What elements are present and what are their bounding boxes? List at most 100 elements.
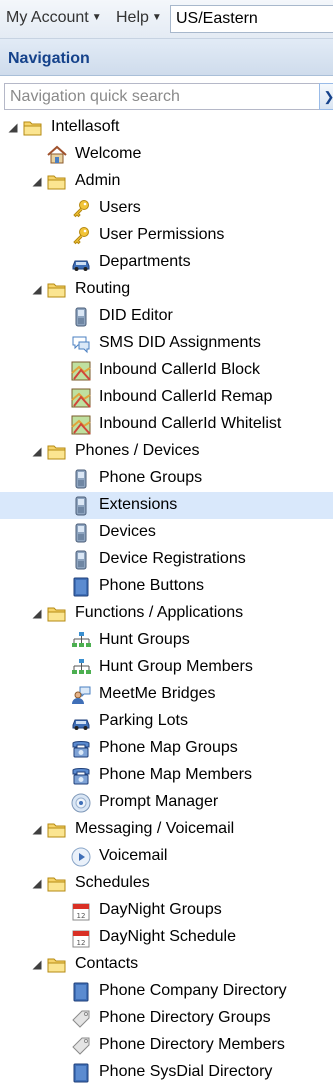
hierarchy-icon: [71, 631, 91, 651]
tag-icon: [71, 1036, 91, 1056]
tree-node-label: SMS DID Assignments: [99, 334, 261, 351]
navigation-panel-header: Navigation: [0, 39, 333, 76]
tree-node-departments[interactable]: Departments: [0, 249, 333, 276]
tree-node-label: Phone Directory Members: [99, 1036, 285, 1053]
tree-node-device-registrations[interactable]: Device Registrations: [0, 546, 333, 573]
chat-icon: [71, 334, 91, 354]
tree-node-phones-devices[interactable]: Phones / Devices: [0, 438, 333, 465]
book-icon: [71, 577, 91, 597]
car-icon: [71, 253, 91, 273]
search-trigger-button[interactable]: ❯: [319, 83, 333, 110]
tree-node-label: Admin: [75, 172, 121, 189]
tree-node-label: Contacts: [75, 955, 139, 972]
tree-node-did-editor[interactable]: DID Editor: [0, 303, 333, 330]
tree-node-inbound-callerid-whitelist[interactable]: Inbound CallerId Whitelist: [0, 411, 333, 438]
tree-node-phone-buttons[interactable]: Phone Buttons: [0, 573, 333, 600]
tree-node-extensions[interactable]: Extensions: [0, 492, 333, 519]
tree-node-label: Voicemail: [99, 847, 168, 864]
expand-collapse-icon[interactable]: [32, 609, 42, 619]
tree-node-label: Schedules: [75, 874, 150, 891]
tree-node-label: Inbound CallerId Remap: [99, 388, 273, 405]
tree-node-users[interactable]: Users: [0, 195, 333, 222]
tree-node-label: Phone Company Directory: [99, 982, 287, 999]
tree-node-devices[interactable]: Devices: [0, 519, 333, 546]
phone-icon: [71, 496, 91, 516]
calendar-icon: 12: [71, 901, 91, 921]
tree-node-phone-groups[interactable]: Phone Groups: [0, 465, 333, 492]
tree-node-contacts[interactable]: Contacts: [0, 951, 333, 978]
tree-node-phone-map-groups[interactable]: Phone Map Groups: [0, 735, 333, 762]
tree-node-label: Extensions: [99, 496, 178, 513]
expand-collapse-icon[interactable]: [32, 177, 42, 187]
expand-collapse-icon[interactable]: [8, 123, 18, 133]
my-account-label: My Account: [6, 9, 89, 26]
tree-node-routing[interactable]: Routing: [0, 276, 333, 303]
chevron-down-icon: ▼: [91, 12, 102, 23]
folder-icon: [23, 118, 43, 138]
my-account-menu[interactable]: My Account ▼: [6, 9, 102, 27]
tree-node-hunt-group-members[interactable]: Hunt Group Members: [0, 654, 333, 681]
map-icon: [71, 361, 91, 381]
phone-icon: [71, 523, 91, 543]
tree-node-label: Phone Buttons: [99, 577, 204, 594]
tree-node-label: DID Editor: [99, 307, 173, 324]
tree-node-phone-map-members[interactable]: Phone Map Members: [0, 762, 333, 789]
tree-node-phone-directory-groups[interactable]: Phone Directory Groups: [0, 1005, 333, 1032]
folder-icon: [47, 955, 67, 975]
desk-phone-icon: [71, 766, 91, 786]
tree-node-parking-lots[interactable]: Parking Lots: [0, 708, 333, 735]
timezone-field[interactable]: [170, 5, 333, 33]
tree-node-sms-did-assignments[interactable]: SMS DID Assignments: [0, 330, 333, 357]
top-toolbar: My Account ▼ Help ▼: [0, 0, 333, 39]
tree-node-messaging-voicemail[interactable]: Messaging / Voicemail: [0, 816, 333, 843]
phone-icon: [71, 550, 91, 570]
expand-collapse-icon[interactable]: [32, 825, 42, 835]
expand-collapse-icon[interactable]: [32, 447, 42, 457]
tree-node-welcome[interactable]: Welcome: [0, 141, 333, 168]
tree-node-hunt-groups[interactable]: Hunt Groups: [0, 627, 333, 654]
tree-node-voicemail[interactable]: Voicemail: [0, 843, 333, 870]
tree-node-admin[interactable]: Admin: [0, 168, 333, 195]
help-menu[interactable]: Help ▼: [116, 9, 162, 27]
expand-collapse-icon[interactable]: [32, 285, 42, 295]
tree-node-label: Devices: [99, 523, 156, 540]
tree-node-label: Hunt Groups: [99, 631, 190, 648]
tree-node-label: Users: [99, 199, 141, 216]
tree-node-label: Inbound CallerId Whitelist: [99, 415, 282, 432]
expand-collapse-icon[interactable]: [32, 879, 42, 889]
tree-node-intellasoft[interactable]: Intellasoft: [0, 114, 333, 141]
tree-node-inbound-callerid-remap[interactable]: Inbound CallerId Remap: [0, 384, 333, 411]
help-label: Help: [116, 9, 149, 26]
chevron-right-icon: ❯: [324, 89, 333, 104]
tree-node-label: Departments: [99, 253, 191, 270]
tree-node-meetme-bridges[interactable]: MeetMe Bridges: [0, 681, 333, 708]
navigation-search-row: ❯: [0, 76, 333, 116]
tree-node-prompt-manager[interactable]: Prompt Manager: [0, 789, 333, 816]
folder-icon: [47, 874, 67, 894]
phone-icon: [71, 469, 91, 489]
navigation-search-input[interactable]: [4, 83, 322, 110]
tree-node-functions-applications[interactable]: Functions / Applications: [0, 600, 333, 627]
tree-node-label: Intellasoft: [51, 118, 120, 135]
expand-collapse-icon[interactable]: [32, 960, 42, 970]
map-icon: [71, 388, 91, 408]
tree-node-inbound-callerid-block[interactable]: Inbound CallerId Block: [0, 357, 333, 384]
tree-node-daynight-schedule[interactable]: 12 DayNight Schedule: [0, 924, 333, 951]
tree-node-user-permissions[interactable]: User Permissions: [0, 222, 333, 249]
tree-node-label: Messaging / Voicemail: [75, 820, 235, 837]
tree-node-label: DayNight Groups: [99, 901, 222, 918]
calendar-icon: 12: [71, 928, 91, 948]
tree-node-daynight-groups[interactable]: 12 DayNight Groups: [0, 897, 333, 924]
tree-node-label: Routing: [75, 280, 131, 297]
tree-node-label: Functions / Applications: [75, 604, 244, 621]
tree-node-label: Device Registrations: [99, 550, 246, 567]
tree-node-schedules[interactable]: Schedules: [0, 870, 333, 897]
tree-node-label: MeetMe Bridges: [99, 685, 216, 702]
disc-icon: [71, 793, 91, 813]
user-chat-icon: [71, 685, 91, 705]
tree-node-label: Phone SysDial Directory: [99, 1063, 273, 1080]
navigation-title: Navigation: [8, 50, 90, 67]
folder-icon: [47, 280, 67, 300]
tree-node-phone-company-directory[interactable]: Phone Company Directory: [0, 978, 333, 1005]
tree-node-phone-directory-members[interactable]: Phone Directory Members: [0, 1032, 333, 1059]
